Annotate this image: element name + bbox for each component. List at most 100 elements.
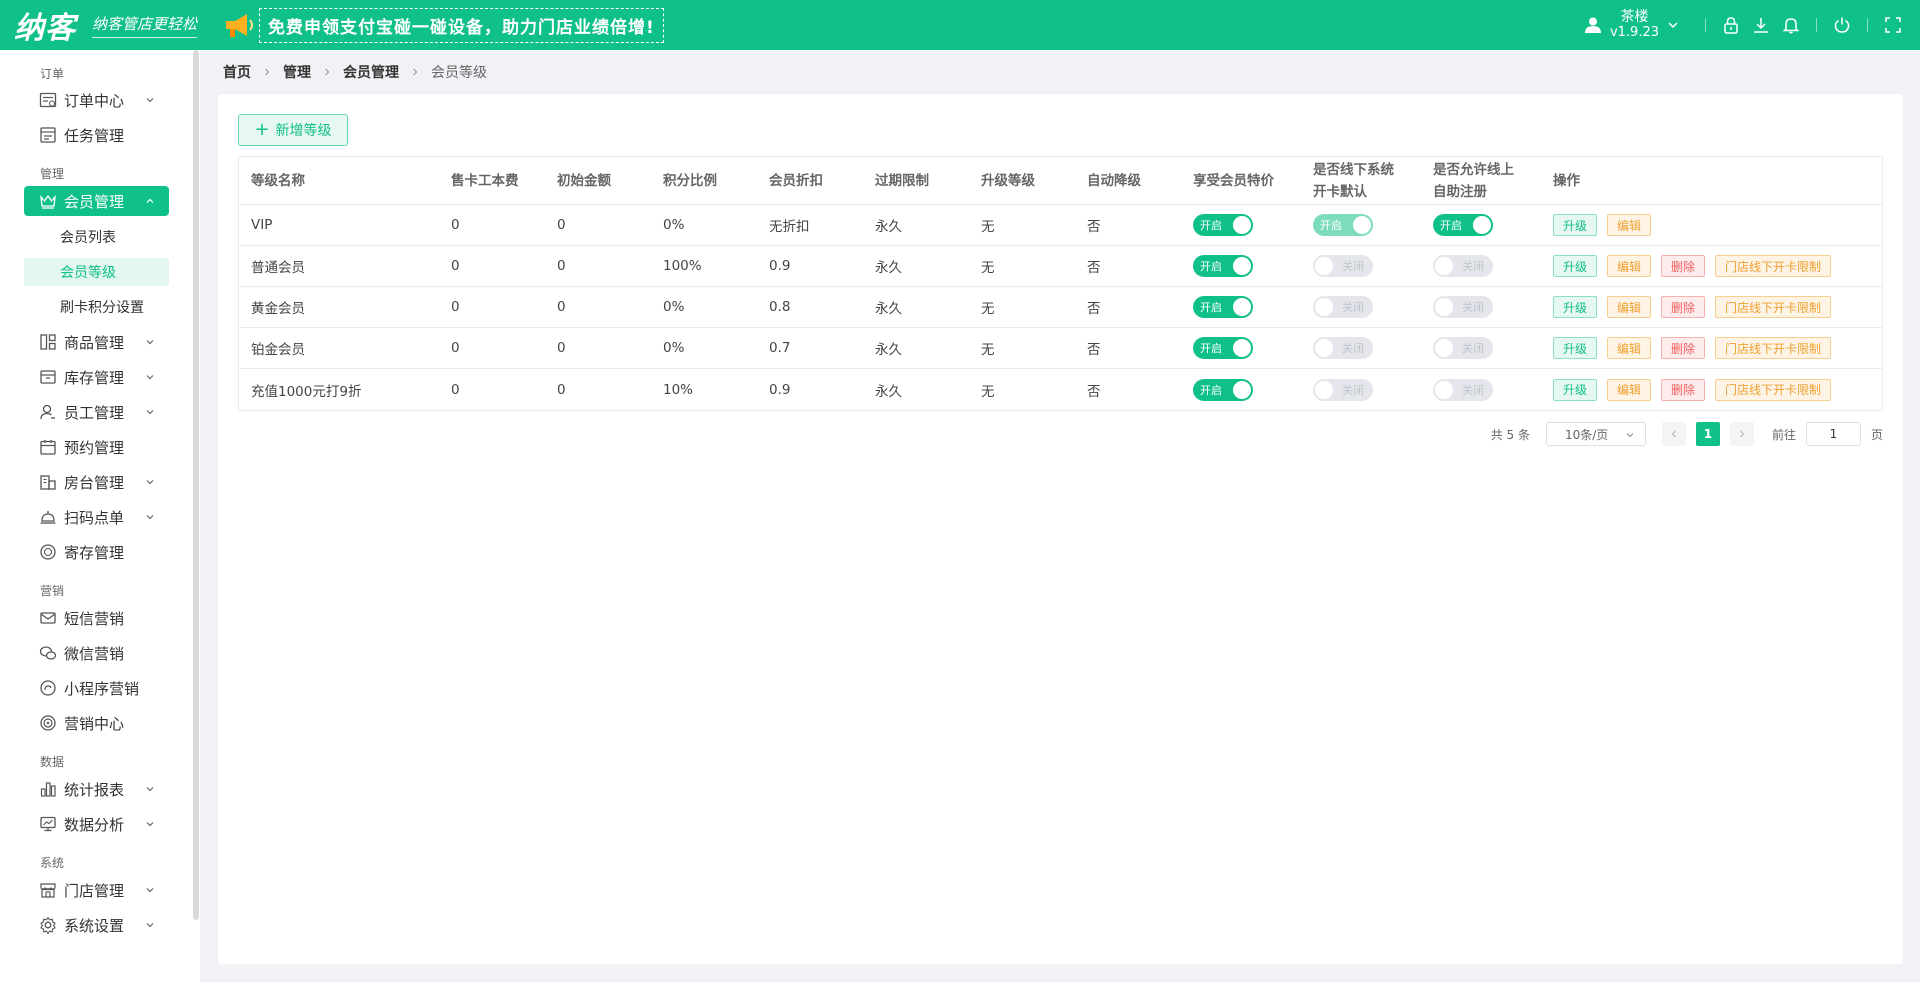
online-register-switch[interactable]: 关闭	[1433, 296, 1493, 318]
power-icon[interactable]	[1833, 16, 1851, 34]
col-header-initial: 初始金额	[557, 172, 611, 189]
cell-auto-down: 否	[1087, 383, 1101, 400]
cell-auto-down: 否	[1087, 219, 1101, 235]
delete-button[interactable]: 删除	[1661, 337, 1706, 359]
cell-name: VIP	[251, 217, 273, 233]
breadcrumb-member-mgmt[interactable]: 会员管理	[343, 62, 399, 82]
calendar-icon	[40, 440, 56, 455]
upgrade-button[interactable]: 升级	[1553, 214, 1598, 236]
chevron-right-icon	[1740, 430, 1745, 438]
sidebar-item-store-mgmt[interactable]: 门店管理	[24, 875, 169, 905]
sidebar-item-product-mgmt[interactable]: 商品管理	[24, 327, 169, 357]
offline-default-switch[interactable]: 关闭	[1313, 255, 1373, 277]
switch-knob	[1473, 216, 1491, 234]
special-price-switch[interactable]: 开启	[1193, 378, 1253, 401]
prev-page-button[interactable]	[1661, 422, 1686, 446]
sidebar-item-order-center[interactable]: 订单中心	[24, 85, 169, 115]
sidebar-item-label: 订单中心	[64, 91, 125, 110]
offline-default-switch[interactable]: 关闭	[1313, 337, 1373, 359]
special-price-switch[interactable]: 开启	[1193, 255, 1253, 277]
sidebar-item-storage-mgmt[interactable]: 寄存管理	[24, 537, 169, 567]
chevron-up-icon	[146, 198, 154, 203]
switch-label: 关闭	[1462, 260, 1484, 273]
special-price-switch[interactable]: 开启	[1193, 337, 1253, 359]
page-size-select[interactable]: 10条/页	[1545, 422, 1646, 446]
next-page-button[interactable]	[1729, 422, 1754, 446]
table-row: 铂金会员 0 0 0% 0.7 永久 无 否 开启 关闭 关闭 升级 编辑 删除…	[239, 328, 1882, 369]
delete-button[interactable]: 删除	[1661, 255, 1706, 277]
goto-label: 前往	[1771, 427, 1796, 442]
edit-button[interactable]: 编辑	[1607, 255, 1652, 277]
breadcrumb-manage[interactable]: 管理	[283, 62, 311, 82]
switch-knob	[1315, 380, 1333, 399]
sidebar-item-booking-mgmt[interactable]: 预约管理	[24, 432, 169, 462]
version-label: v1.9.23	[1609, 25, 1659, 40]
cell-discount: 0.7	[769, 340, 791, 356]
brand-logo[interactable]: 纳客	[14, 3, 76, 47]
promo-banner[interactable]: 免费申领支付宝碰一碰设备，助力门店业绩倍增!	[259, 7, 664, 43]
online-register-switch[interactable]: 关闭	[1433, 378, 1493, 401]
brand-slogan: 纳客管店更轻松	[92, 13, 198, 38]
switch-knob	[1315, 257, 1333, 275]
switch-label: 关闭	[1342, 260, 1364, 273]
sidebar-subitem-member-level[interactable]: 会员等级	[24, 258, 169, 286]
switch-label: 关闭	[1462, 301, 1484, 314]
edit-button[interactable]: 编辑	[1607, 378, 1652, 401]
cell-initial: 0	[557, 340, 566, 356]
download-icon[interactable]	[1752, 16, 1770, 34]
sidebar-item-sms-marketing[interactable]: 短信营销	[24, 603, 169, 633]
edit-button[interactable]: 编辑	[1607, 296, 1652, 318]
divider	[1705, 18, 1706, 32]
sidebar-item-member-mgmt[interactable]: 会员管理	[24, 186, 169, 216]
sidebar-item-marketing-center[interactable]: 营销中心	[24, 708, 169, 738]
cell-auto-down: 否	[1087, 342, 1101, 358]
delete-button[interactable]: 删除	[1661, 296, 1706, 318]
sidebar-item-stats-report[interactable]: 统计报表	[24, 774, 169, 804]
online-register-switch[interactable]: 关闭	[1433, 337, 1493, 359]
chevron-down-icon[interactable]	[1667, 19, 1679, 31]
offline-default-switch[interactable]: 关闭	[1313, 378, 1373, 401]
add-level-button[interactable]: + 新增等级	[238, 114, 348, 146]
upgrade-button[interactable]: 升级	[1553, 255, 1598, 277]
sidebar-item-miniapp-marketing[interactable]: 小程序营销	[24, 673, 169, 703]
sidebar-item-scan-order[interactable]: 扫码点单	[24, 502, 169, 532]
offline-limit-button[interactable]: 门店线下开卡限制	[1715, 296, 1832, 318]
upgrade-button[interactable]: 升级	[1553, 337, 1598, 359]
sidebar-subitem-member-list[interactable]: 会员列表	[24, 223, 169, 251]
offline-limit-button[interactable]: 门店线下开卡限制	[1715, 255, 1832, 277]
bell-icon[interactable]	[1782, 16, 1800, 34]
offline-limit-button[interactable]: 门店线下开卡限制	[1715, 378, 1832, 401]
cell-points: 0%	[663, 299, 685, 315]
sidebar-item-task-mgmt[interactable]: 任务管理	[24, 120, 169, 150]
sidebar-item-system-settings[interactable]: 系统设置	[24, 910, 169, 940]
special-price-switch[interactable]: 开启	[1193, 214, 1253, 236]
online-register-switch[interactable]: 开启	[1433, 214, 1493, 236]
online-register-switch[interactable]: 关闭	[1433, 255, 1493, 277]
lock-icon[interactable]	[1722, 16, 1740, 34]
sidebar-item-inventory-mgmt[interactable]: 库存管理	[24, 362, 169, 392]
building-icon	[40, 475, 56, 490]
fullscreen-icon[interactable]	[1884, 16, 1902, 34]
sidebar-subitem-card-points[interactable]: 刷卡积分设置	[24, 293, 169, 321]
offline-default-switch[interactable]: 关闭	[1313, 296, 1373, 318]
offline-limit-button[interactable]: 门店线下开卡限制	[1715, 337, 1832, 359]
special-price-switch[interactable]: 开启	[1193, 296, 1253, 318]
sidebar-item-wechat-marketing[interactable]: 微信营销	[24, 638, 169, 668]
sidebar-scrollbar[interactable]	[193, 50, 199, 920]
edit-button[interactable]: 编辑	[1607, 337, 1652, 359]
upgrade-button[interactable]: 升级	[1553, 296, 1598, 318]
upgrade-button[interactable]: 升级	[1553, 378, 1598, 401]
sidebar-item-label: 寄存管理	[64, 543, 125, 562]
monitor-chart-icon	[40, 816, 56, 832]
switch-label: 开启	[1320, 219, 1342, 232]
edit-button[interactable]: 编辑	[1607, 214, 1652, 236]
goto-page-input[interactable]: 1	[1805, 422, 1861, 446]
delete-button[interactable]: 删除	[1661, 378, 1706, 401]
sidebar-item-room-mgmt[interactable]: 房台管理	[24, 467, 169, 497]
user-menu[interactable]: 茶楼 v1.9.23	[1610, 9, 1659, 41]
page-number-current[interactable]: 1	[1695, 422, 1720, 446]
switch-knob	[1435, 339, 1453, 357]
breadcrumb-home[interactable]: 首页	[223, 62, 251, 82]
sidebar-item-staff-mgmt[interactable]: 员工管理	[24, 397, 169, 427]
sidebar-item-data-analysis[interactable]: 数据分析	[24, 809, 169, 839]
